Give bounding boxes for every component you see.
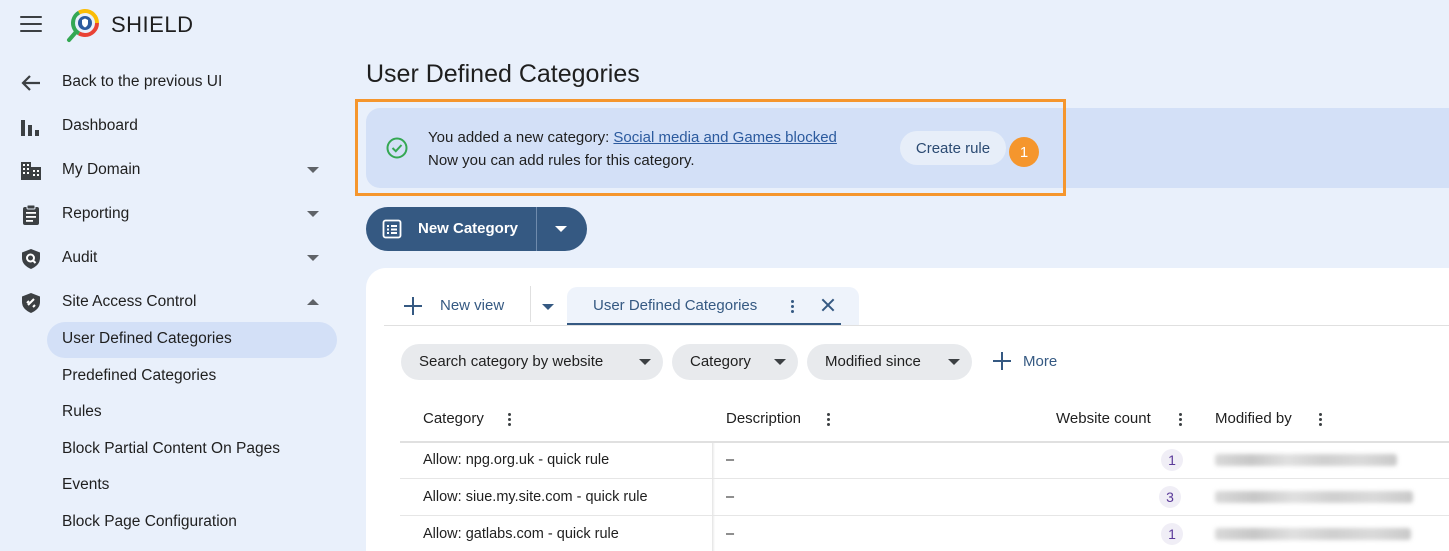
bar-chart-icon bbox=[21, 120, 39, 136]
cell-website-count[interactable]: 1 bbox=[1161, 523, 1183, 545]
split-divider bbox=[536, 207, 537, 251]
sidebar-item-label: My Domain bbox=[62, 161, 141, 178]
sidebar-subitem-label: User Defined Categories bbox=[62, 330, 232, 348]
filter-modified-since[interactable]: Modified since bbox=[807, 344, 972, 380]
sidebar-item-label: Site Access Control bbox=[62, 293, 197, 310]
more-label: More bbox=[1023, 353, 1058, 370]
cell-category[interactable]: Allow: npg.org.uk - quick rule bbox=[423, 452, 609, 468]
new-view-label: New view bbox=[440, 297, 505, 314]
banner-prefix: You added a new category: bbox=[428, 129, 614, 146]
shield-search-icon bbox=[22, 249, 40, 269]
sidebar-subitem-user-defined-categories[interactable]: User Defined Categories bbox=[0, 321, 350, 358]
sidebar-item-label: Dashboard bbox=[62, 117, 138, 134]
more-vert-icon[interactable] bbox=[1179, 413, 1183, 427]
chevron-down-icon[interactable] bbox=[542, 304, 554, 310]
sidebar-item-label: Reporting bbox=[62, 205, 130, 222]
new-category-split-button: New Category bbox=[366, 207, 587, 251]
sidebar-item-dashboard[interactable]: Dashboard bbox=[0, 104, 350, 148]
sidebar-item-site-access-control[interactable]: Site Access Control bbox=[0, 280, 350, 324]
sidebar-subitem-block-page-configuration[interactable]: Block Page Configuration bbox=[0, 504, 350, 541]
menu-icon[interactable] bbox=[20, 16, 42, 34]
cell-website-count[interactable]: 1 bbox=[1161, 449, 1183, 471]
tab-user-defined-categories[interactable]: User Defined Categories bbox=[567, 287, 859, 325]
sidebar-subitem-events[interactable]: Events bbox=[0, 467, 350, 504]
tab-divider bbox=[530, 286, 531, 322]
sidebar-subitem-label: Predefined Categories bbox=[62, 366, 217, 384]
sidebar-item-audit[interactable]: Audit bbox=[0, 236, 350, 280]
page-title: User Defined Categories bbox=[366, 60, 640, 88]
tab-underline bbox=[567, 323, 841, 325]
more-vert-icon[interactable] bbox=[827, 413, 831, 427]
arrow-left-icon bbox=[21, 75, 40, 91]
step-badge: 1 bbox=[1009, 137, 1039, 167]
row-divider bbox=[400, 478, 1449, 479]
filter-label: Search category by website bbox=[419, 353, 604, 370]
sidebar-subitem-label: Rules bbox=[62, 403, 102, 421]
more-vert-icon[interactable] bbox=[1319, 413, 1323, 427]
check-circle-icon bbox=[386, 137, 408, 159]
back-label: Back to the previous UI bbox=[62, 73, 223, 90]
sidebar-subitem-label: Block Partial Content On Pages bbox=[62, 439, 280, 457]
more-vert-icon[interactable] bbox=[508, 413, 512, 427]
chevron-down-icon bbox=[307, 167, 319, 173]
sidebar-item-my-domain[interactable]: My Domain bbox=[0, 148, 350, 192]
sidebar-nav: Back to the previous UI Dashboard My Dom… bbox=[0, 60, 350, 324]
chevron-down-icon bbox=[774, 359, 786, 365]
redacted-email bbox=[1215, 491, 1413, 503]
chevron-up-icon bbox=[307, 299, 319, 305]
cell-category[interactable]: Allow: siue.my.site.com - quick rule bbox=[423, 489, 648, 505]
shield-link-icon bbox=[22, 293, 40, 313]
tab-label: User Defined Categories bbox=[593, 297, 758, 314]
column-divider bbox=[712, 443, 715, 551]
sidebar-subnav: User Defined Categories Predefined Categ… bbox=[0, 321, 350, 540]
chevron-down-icon[interactable] bbox=[555, 226, 567, 232]
filter-label: Modified since bbox=[825, 353, 921, 370]
building-icon bbox=[21, 162, 41, 180]
filter-search-by-website[interactable]: Search category by website bbox=[401, 344, 663, 380]
banner-message: You added a new category: Social media a… bbox=[428, 129, 837, 146]
plus-icon bbox=[404, 297, 422, 315]
list-icon bbox=[382, 219, 402, 239]
new-category-button[interactable]: New Category bbox=[366, 207, 536, 251]
create-rule-button[interactable]: Create rule bbox=[900, 131, 1006, 165]
more-vert-icon[interactable] bbox=[791, 300, 795, 314]
cell-category[interactable]: Allow: gatlabs.com - quick rule bbox=[423, 526, 619, 542]
chevron-down-icon bbox=[307, 211, 319, 217]
top-bar: SHIELD bbox=[0, 0, 366, 50]
redacted-email bbox=[1215, 454, 1397, 466]
filter-category[interactable]: Category bbox=[672, 344, 798, 380]
back-link[interactable]: Back to the previous UI bbox=[0, 60, 350, 104]
column-header-modified-by[interactable]: Modified by bbox=[1215, 410, 1292, 427]
row-divider bbox=[400, 515, 1449, 516]
filter-label: Category bbox=[690, 353, 751, 370]
sidebar-item-reporting[interactable]: Reporting bbox=[0, 192, 350, 236]
plus-icon bbox=[993, 352, 1011, 370]
chevron-down-icon bbox=[307, 255, 319, 261]
cell-description: – bbox=[726, 489, 735, 505]
cell-website-count[interactable]: 3 bbox=[1159, 486, 1181, 508]
redacted-email bbox=[1215, 528, 1411, 540]
chevron-down-icon bbox=[948, 359, 960, 365]
cell-description: – bbox=[726, 526, 735, 542]
sidebar-subitem-block-partial-content[interactable]: Block Partial Content On Pages bbox=[0, 431, 350, 468]
category-link[interactable]: Social media and Games blocked bbox=[613, 129, 836, 146]
table-header-divider bbox=[400, 441, 1449, 443]
sidebar-subitem-label: Block Page Configuration bbox=[62, 512, 237, 530]
clipboard-icon bbox=[23, 204, 39, 225]
brand-name: SHIELD bbox=[111, 12, 194, 37]
new-category-label: New Category bbox=[418, 220, 519, 237]
chevron-down-icon bbox=[639, 359, 651, 365]
shield-logo bbox=[67, 9, 99, 42]
column-header-website-count[interactable]: Website count bbox=[1056, 410, 1151, 427]
column-header-description[interactable]: Description bbox=[726, 410, 801, 427]
banner-subtext: Now you can add rules for this category. bbox=[428, 152, 695, 169]
column-header-category[interactable]: Category bbox=[423, 410, 484, 427]
sidebar-item-label: Audit bbox=[62, 249, 98, 266]
cell-description: – bbox=[726, 452, 735, 468]
sidebar-subitem-predefined-categories[interactable]: Predefined Categories bbox=[0, 358, 350, 395]
sidebar-subitem-rules[interactable]: Rules bbox=[0, 394, 350, 431]
sidebar-subitem-label: Events bbox=[62, 476, 110, 494]
close-icon[interactable] bbox=[821, 298, 835, 312]
